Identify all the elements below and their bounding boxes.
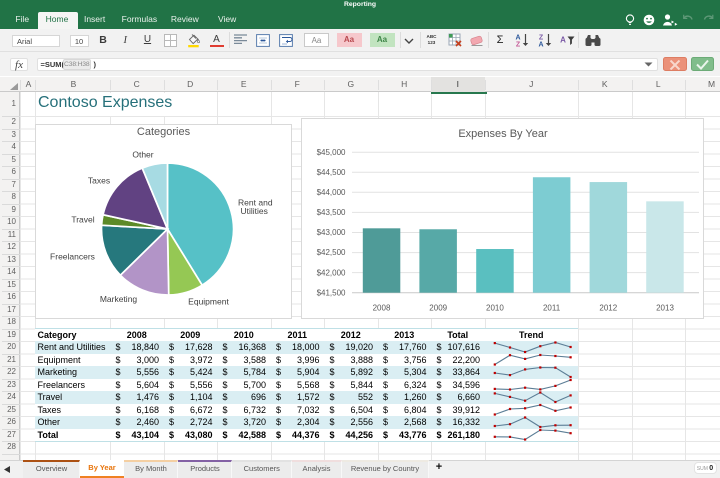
svg-text:A: A	[538, 42, 543, 48]
svg-text:Marketing: Marketing	[99, 294, 137, 304]
svg-text:2009: 2009	[429, 303, 447, 312]
svg-text:Categories: Categories	[136, 126, 190, 138]
svg-text:Utilities: Utilities	[240, 206, 267, 216]
svg-text:$41,500: $41,500	[317, 288, 346, 297]
svg-text:Equipment: Equipment	[188, 296, 229, 306]
svg-text:$43,000: $43,000	[317, 228, 346, 237]
svg-text:2008: 2008	[373, 303, 391, 312]
svg-text:Taxes: Taxes	[87, 175, 109, 185]
svg-text:2011: 2011	[543, 303, 561, 312]
svg-text:A: A	[515, 35, 520, 42]
svg-text:2010: 2010	[486, 303, 504, 312]
svg-text:$42,500: $42,500	[317, 248, 346, 257]
svg-text:2013: 2013	[656, 303, 674, 312]
svg-text:$44,500: $44,500	[317, 168, 346, 177]
svg-text:Z: Z	[539, 35, 544, 42]
svg-text:Freelancers: Freelancers	[50, 251, 95, 261]
svg-text:Travel: Travel	[71, 214, 94, 224]
svg-text:2012: 2012	[599, 303, 617, 312]
svg-text:Expenses By Year: Expenses By Year	[458, 128, 548, 140]
svg-text:$45,000: $45,000	[317, 147, 346, 156]
svg-text:$43,500: $43,500	[317, 208, 346, 217]
svg-text:$42,000: $42,000	[317, 268, 346, 277]
svg-text:A: A	[560, 36, 566, 45]
svg-text:$44,000: $44,000	[317, 188, 346, 197]
svg-text:Z: Z	[516, 42, 521, 48]
svg-text:Other: Other	[132, 149, 153, 159]
